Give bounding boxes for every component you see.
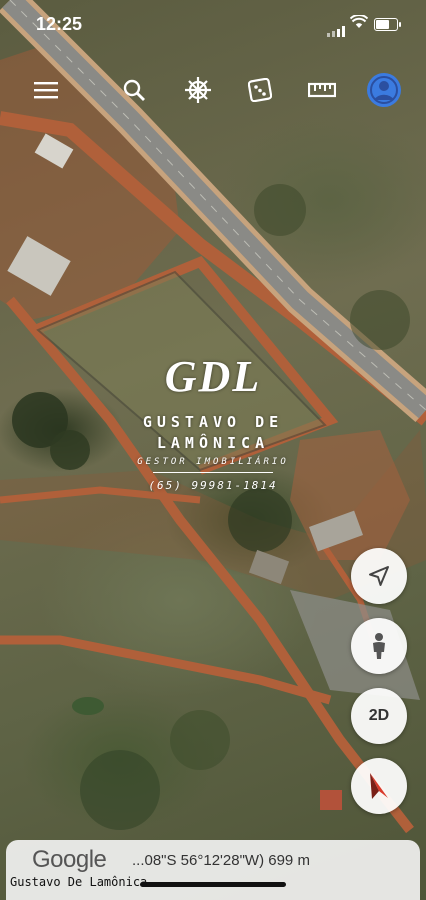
wifi-icon — [349, 14, 369, 34]
google-logo: Google — [32, 846, 107, 873]
compass-icon — [370, 773, 388, 799]
watermark-name-line1: GUSTAVO DE — [142, 413, 284, 431]
my-location-button[interactable] — [351, 548, 407, 604]
menu-icon — [34, 82, 58, 99]
battery-icon — [374, 18, 401, 31]
navigation-arrow-icon — [369, 566, 389, 586]
watermark-name-line2: LAMÔNICA — [156, 434, 270, 452]
street-view-button[interactable] — [351, 618, 407, 674]
measure-ruler-icon — [308, 82, 336, 98]
home-indicator[interactable] — [140, 882, 286, 887]
top-toolbar — [0, 70, 426, 114]
watermark-phone: (65) 99981-1814 — [148, 479, 278, 492]
photo-caption: Gustavo De Lamônica — [10, 875, 148, 889]
feeling-lucky-dice-icon — [248, 78, 272, 102]
voyager-wheel-icon — [185, 77, 211, 103]
coordinates-readout: ...08"S 56°12'28"W) 699 m — [132, 852, 310, 869]
profile-button[interactable] — [364, 70, 404, 110]
watermark-divider — [153, 472, 273, 473]
search-icon — [123, 79, 145, 101]
cellular-signal-icon — [327, 19, 347, 37]
profile-avatar-icon — [367, 73, 401, 107]
status-bar: 12:25 — [0, 0, 426, 50]
pegman-icon — [373, 633, 385, 659]
menu-button[interactable] — [26, 70, 66, 110]
realtor-watermark: GDL GUSTAVO DE LAMÔNICA GESTOR IMOBILIÁR… — [100, 352, 326, 492]
clock: 12:25 — [36, 14, 83, 34]
search-button[interactable] — [114, 70, 154, 110]
watermark-logo: GDL — [164, 352, 262, 401]
attribution-bar: Google ...08"S 56°12'28"W) 699 m — [6, 840, 420, 900]
compass-button[interactable] — [351, 758, 407, 814]
feeling-lucky-button[interactable] — [240, 70, 280, 110]
watermark-role: GESTOR IMOBILIÁRIO — [137, 457, 289, 467]
measure-button[interactable] — [302, 70, 342, 110]
view-mode-2d-button[interactable]: 2D — [351, 688, 407, 744]
voyager-button[interactable] — [178, 70, 218, 110]
